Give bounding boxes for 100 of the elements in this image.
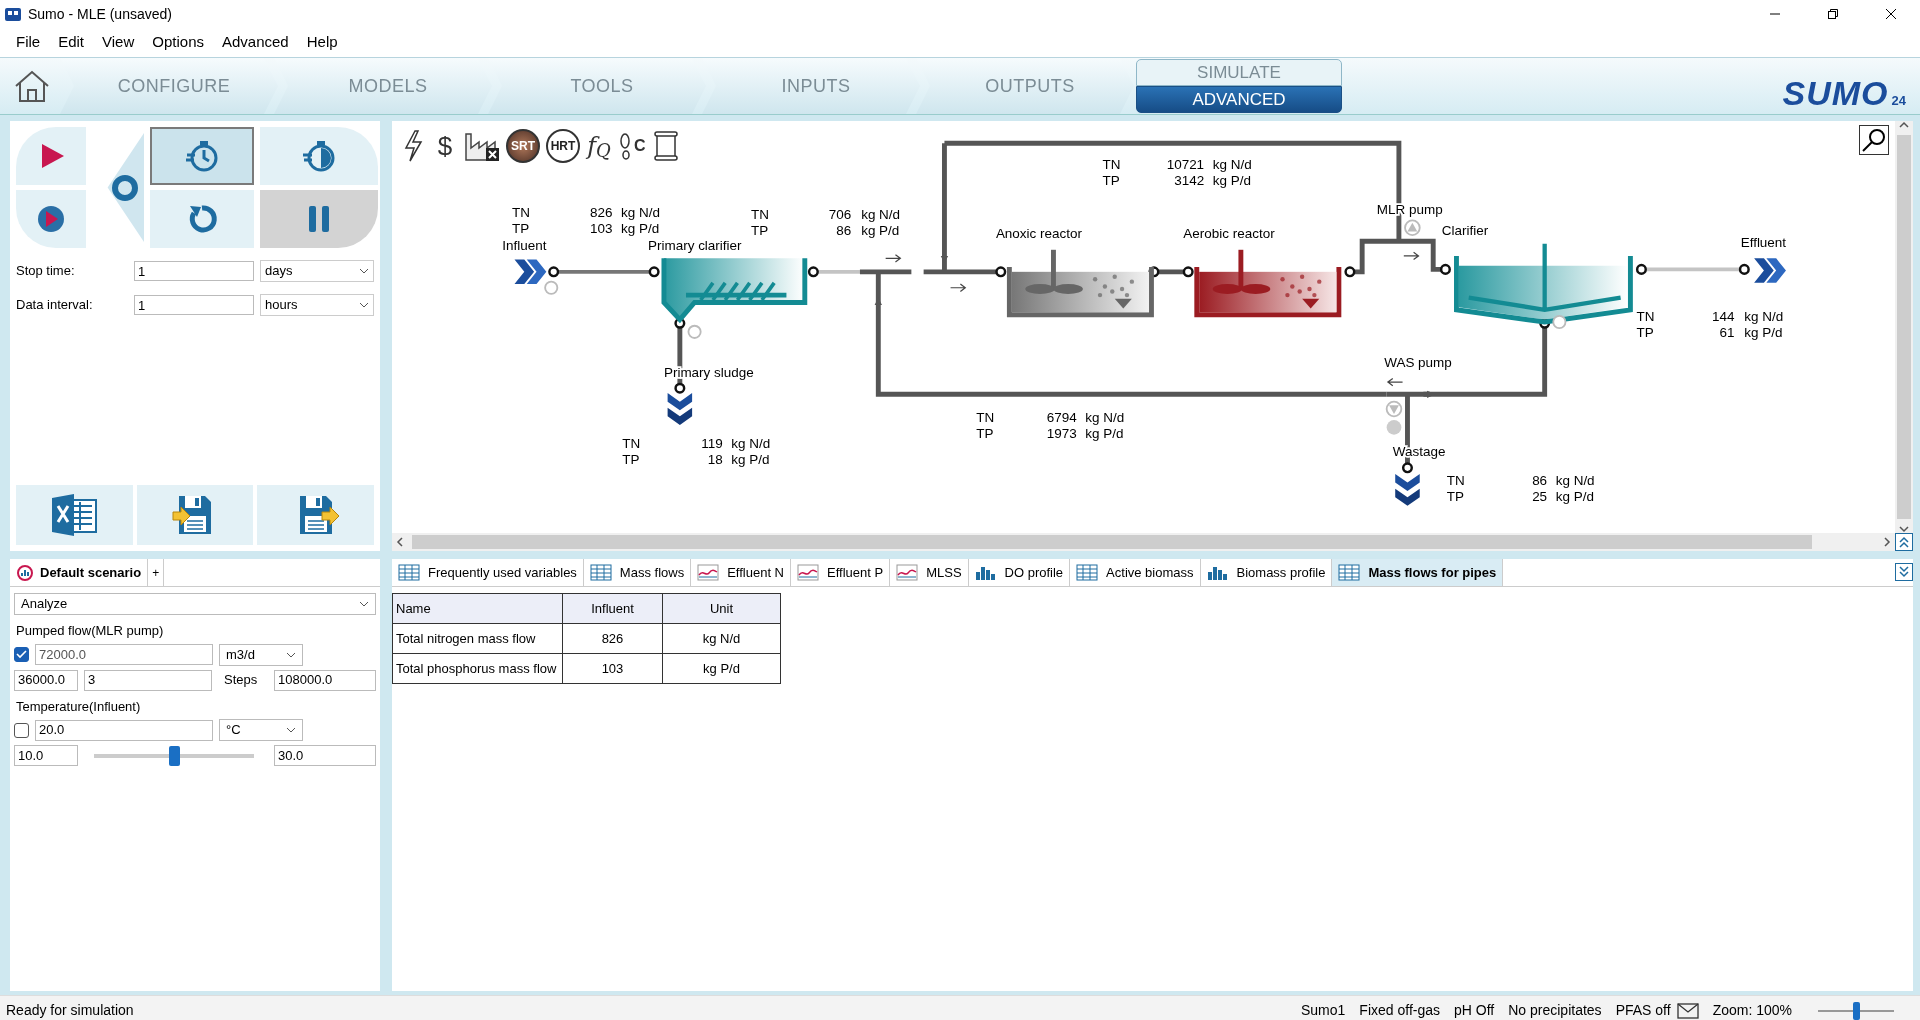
dropdown-value: days xyxy=(265,262,293,281)
stream-variable: TP xyxy=(1102,172,1120,188)
stream-variable: TP xyxy=(1636,324,1654,340)
stream-variable: TP xyxy=(1446,488,1464,504)
menu-item[interactable]: Advanced xyxy=(214,29,297,56)
unit-dropdown[interactable]: °C xyxy=(219,719,303,741)
zoom-button[interactable] xyxy=(1859,125,1889,155)
dropdown-value: hours xyxy=(265,296,298,315)
pump-icon xyxy=(1404,219,1421,236)
min-field[interactable]: 10.0 xyxy=(14,745,78,766)
age-button[interactable]: SRT xyxy=(506,129,540,163)
load-button[interactable] xyxy=(136,485,254,545)
dynamic-start-button[interactable] xyxy=(16,190,86,248)
sludge-outlet-icon xyxy=(667,393,693,425)
bolt-drawing xyxy=(402,129,424,163)
dropdown-value: m3/d xyxy=(226,645,255,664)
stream-value: 706 xyxy=(828,207,852,223)
input-field[interactable]: 1 xyxy=(134,261,254,281)
unit-dropdown[interactable]: hours xyxy=(260,294,374,316)
scroll-right-icon xyxy=(1883,537,1891,547)
stream-unit: kg P/d xyxy=(1555,488,1594,504)
table-cell: kg N/d xyxy=(662,623,781,654)
status-item: pH Off xyxy=(1454,1001,1495,1020)
pause-button[interactable] xyxy=(260,190,378,248)
stream-value: 826 xyxy=(590,204,613,220)
dropdown-value: Analyze xyxy=(21,595,68,614)
chevron-down-icon xyxy=(359,601,369,607)
stream-unit: kg P/d xyxy=(1744,324,1783,340)
stream-value: 25 xyxy=(1532,488,1548,504)
start-button[interactable] xyxy=(16,127,86,185)
nav-subtab[interactable]: ADVANCED xyxy=(1136,86,1342,113)
stream-unit: kg P/d xyxy=(861,223,900,239)
line-chart-icon xyxy=(896,563,919,582)
expand-button[interactable] xyxy=(1895,563,1913,581)
input-field[interactable]: 1 xyxy=(134,295,254,315)
table-cell: 826 xyxy=(562,623,663,654)
result-tab[interactable]: Mass flows for pipes xyxy=(1332,559,1504,586)
status-item: Fixed off-gas xyxy=(1359,1001,1441,1020)
collapse-button[interactable] xyxy=(1895,533,1913,551)
menu-item[interactable]: Edit xyxy=(50,29,93,56)
steps-field[interactable]: 3 xyxy=(84,669,212,691)
close-icon xyxy=(1885,8,1897,20)
menu-item[interactable]: Options xyxy=(144,29,212,56)
menu-item[interactable]: View xyxy=(94,29,143,56)
checkbox[interactable] xyxy=(14,722,29,738)
max-field[interactable]: 108000.0 xyxy=(274,669,376,691)
retention-button[interactable]: HRT xyxy=(546,129,580,163)
stream-unit: kg N/d xyxy=(1744,308,1784,324)
value-field[interactable]: 72000.0 xyxy=(35,644,213,665)
min-field[interactable]: 36000.0 xyxy=(14,669,78,691)
mode-dropdown[interactable]: Analyze xyxy=(14,593,376,615)
stream-unit: kg P/d xyxy=(1085,426,1124,442)
logo-text: SUMO xyxy=(1782,76,1889,110)
footprint-label: C xyxy=(634,136,646,156)
menu-item[interactable]: File xyxy=(8,29,49,56)
stream-value: 6794 xyxy=(1046,410,1077,426)
unit-label: Aerobic reactor xyxy=(1183,225,1275,241)
table-cell: kg P/d xyxy=(662,653,781,684)
field-label: Data interval: xyxy=(16,296,94,315)
scroll-drawing xyxy=(651,130,680,162)
timer-button[interactable] xyxy=(260,127,378,185)
value-field[interactable]: 20.0 xyxy=(35,719,213,741)
status-message: Ready for simulation xyxy=(6,1001,134,1020)
search-icon xyxy=(1861,127,1887,153)
vertical-scrollbar[interactable] xyxy=(1895,121,1913,533)
unit-dropdown[interactable]: m3/d xyxy=(219,643,303,666)
formula-button[interactable]: f$_{Q}$ xyxy=(586,127,612,165)
stream-value: 86 xyxy=(1532,472,1548,488)
checkbox[interactable] xyxy=(14,647,29,662)
reset-button[interactable] xyxy=(150,190,254,248)
max-field[interactable]: 30.0 xyxy=(274,745,376,766)
stream-unit: kg N/d xyxy=(1085,410,1125,426)
footprint-button[interactable]: C xyxy=(618,127,646,165)
stream-variable: TN xyxy=(976,410,995,426)
table-icon xyxy=(589,563,612,582)
unit-dropdown[interactable]: days xyxy=(260,260,374,282)
zoom-label: Zoom: 100% xyxy=(1712,1001,1792,1020)
chart-circle-icon xyxy=(16,563,34,582)
steps-label: Steps xyxy=(224,671,258,690)
slider-thumb[interactable] xyxy=(169,745,180,766)
stream-variable: TN xyxy=(1636,308,1655,324)
double-chevron-up-icon xyxy=(1898,536,1910,548)
logo-version: 24 xyxy=(1891,91,1906,110)
horizontal-scrollbar[interactable] xyxy=(392,533,1895,551)
scroll-up-icon xyxy=(1899,121,1909,129)
stream-unit: kg P/d xyxy=(621,220,660,236)
app-icon xyxy=(4,5,22,23)
zoom-thumb[interactable] xyxy=(1853,1001,1860,1020)
excel-button[interactable] xyxy=(16,485,133,545)
table-cell: 103 xyxy=(562,653,663,684)
save-button[interactable] xyxy=(257,485,374,545)
double-chevron-down-icon xyxy=(1898,566,1910,578)
menu-item[interactable]: Help xyxy=(298,29,346,56)
stream-unit: kg N/d xyxy=(1555,472,1595,488)
stream-unit: kg N/d xyxy=(1212,156,1252,172)
ring-icon xyxy=(111,173,139,202)
checkmark-icon xyxy=(16,650,27,659)
cost-button[interactable]: $ xyxy=(432,127,458,165)
fast-timer-button[interactable] xyxy=(150,127,254,185)
line-chart-icon xyxy=(697,563,720,582)
